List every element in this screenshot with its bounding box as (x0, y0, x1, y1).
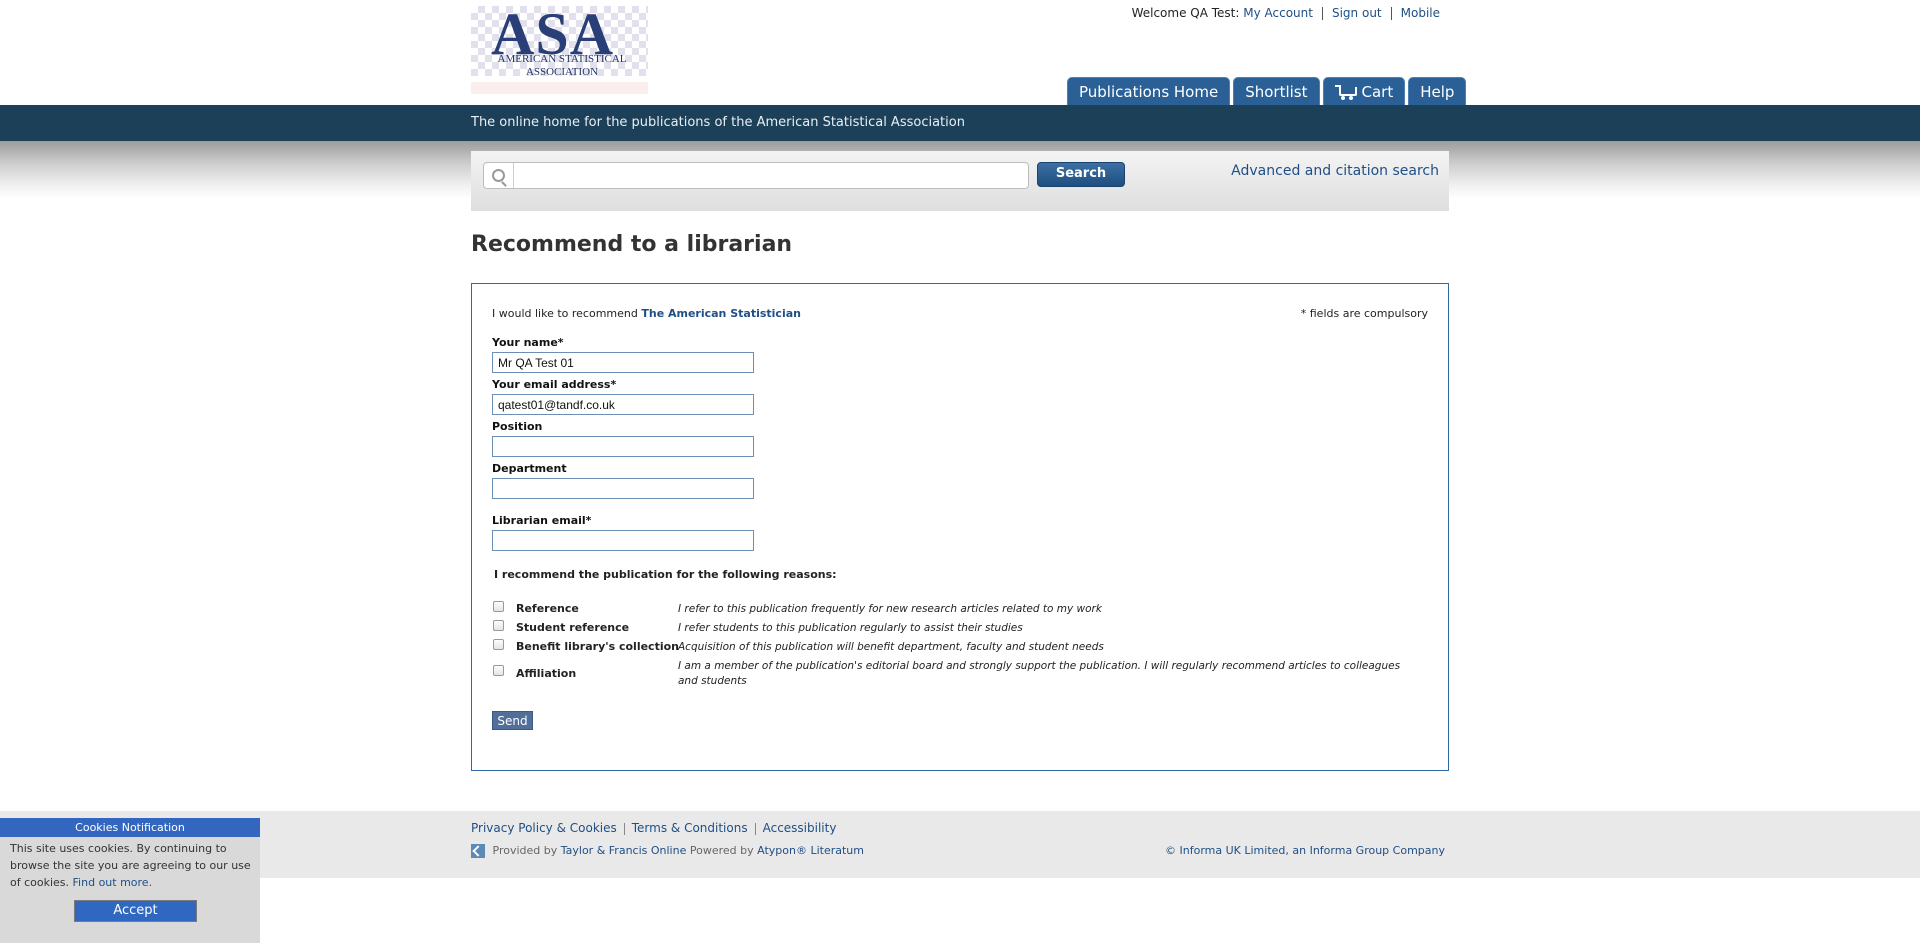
main-nav: Publications Home Shortlist Cart Help (1067, 77, 1467, 106)
email-label: Your email address* (492, 378, 617, 391)
accessibility-link[interactable]: Accessibility (763, 821, 837, 835)
tab-label: Publications Home (1079, 82, 1219, 101)
advanced-search-link[interactable]: Advanced and citation search (1231, 163, 1439, 179)
name-field[interactable] (492, 352, 754, 373)
cookie-title: Cookies Notification (0, 818, 260, 837)
tab-label: Cart (1361, 82, 1394, 101)
logo-band (471, 82, 648, 94)
terms-link[interactable]: Terms & Conditions (632, 821, 748, 835)
reason-label: Benefit library's collection (516, 640, 679, 653)
divider (754, 822, 756, 835)
librarian-email-field[interactable] (492, 530, 754, 551)
provided-by: Provided by Taylor & Francis Online Powe… (471, 844, 864, 858)
accept-cookies-button[interactable]: Accept (74, 900, 197, 922)
reason-description: I refer to this publication frequently f… (678, 603, 1102, 615)
position-label: Position (492, 420, 543, 433)
divider (1390, 7, 1392, 20)
name-label: Your name* (492, 336, 564, 349)
reason-checkbox-benefit-library[interactable] (493, 639, 504, 650)
search-field (483, 162, 1029, 190)
sign-out-link[interactable]: Sign out (1332, 6, 1382, 20)
reason-description: Acquisition of this publication will ben… (678, 641, 1104, 653)
reason-description: I am a member of the publication's edito… (678, 660, 1401, 687)
literatum-link[interactable]: Atypon® Literatum (757, 844, 864, 857)
librarian-email-label: Librarian email* (492, 514, 592, 527)
cookie-text: This site uses cookies. By continuing to… (10, 840, 255, 891)
privacy-link[interactable]: Privacy Policy & Cookies (471, 821, 617, 835)
email-field[interactable] (492, 394, 754, 415)
search-input[interactable] (514, 163, 1028, 190)
publication-link[interactable]: The American Statistician (641, 307, 801, 320)
welcome-text: Welcome QA Test: (1131, 6, 1240, 20)
divider (1321, 7, 1323, 20)
reason-description: I refer students to this publication reg… (678, 622, 1023, 634)
my-account-link[interactable]: My Account (1243, 6, 1313, 20)
site-header: ASA AMERICAN STATISTICAL ASSOCIATION Wel… (0, 0, 1920, 106)
reason-label: Reference (516, 602, 579, 615)
intro-text: I would like to recommend The American S… (492, 307, 801, 320)
reason-checkbox-student-reference[interactable] (493, 620, 504, 631)
search-icon-area (484, 163, 514, 188)
page-title: Recommend to a librarian (471, 232, 793, 257)
powered-by-label: Powered by (689, 844, 754, 857)
divider (623, 822, 625, 835)
find-out-more-link[interactable]: Find out more. (73, 876, 153, 889)
magnifier-icon (492, 169, 505, 182)
tab-label: Help (1420, 82, 1455, 101)
tab-label: Shortlist (1245, 82, 1308, 101)
copyright-link[interactable]: © Informa UK Limited, an Informa Group C… (1165, 844, 1445, 857)
mobile-link[interactable]: Mobile (1401, 6, 1440, 20)
tf-logo-icon (471, 844, 485, 858)
send-button[interactable]: Send (492, 711, 533, 730)
department-field[interactable] (492, 478, 754, 499)
reason-checkbox-affiliation[interactable] (493, 665, 504, 676)
recommend-form: I would like to recommend The American S… (471, 283, 1449, 771)
reason-label: Affiliation (516, 667, 577, 680)
position-field[interactable] (492, 436, 754, 457)
provided-by-label: Provided by (492, 844, 558, 857)
intro-label: I would like to recommend (492, 307, 638, 320)
reason-checkbox-reference[interactable] (493, 601, 504, 612)
tab-publications-home[interactable]: Publications Home (1067, 77, 1231, 106)
cookie-notification: Cookies Notification This site uses cook… (0, 818, 260, 943)
search-button[interactable]: Search (1037, 162, 1125, 187)
tab-shortlist[interactable]: Shortlist (1233, 77, 1320, 106)
tab-cart[interactable]: Cart (1322, 77, 1406, 106)
tf-online-link[interactable]: Taylor & Francis Online (561, 844, 687, 857)
logo-line-1: AMERICAN STATISTICAL (497, 53, 627, 65)
tab-help[interactable]: Help (1408, 77, 1467, 106)
reasons-title: I recommend the publication for the foll… (494, 568, 837, 581)
asa-logo[interactable]: ASA AMERICAN STATISTICAL ASSOCIATION (471, 2, 648, 94)
tagline: The online home for the publications of … (471, 115, 965, 130)
cart-icon (1334, 85, 1357, 100)
logo-line-2: ASSOCIATION (525, 66, 599, 78)
reason-label: Student reference (516, 621, 630, 634)
account-links: Welcome QA Test: My Account Sign out Mobil… (1120, 6, 1440, 20)
department-label: Department (492, 462, 567, 475)
search-bar: Search Advanced and citation search (471, 151, 1449, 211)
compulsory-note: * fields are compulsory (1300, 307, 1428, 320)
site-footer: Privacy Policy & Cookies Terms & Conditio… (0, 811, 1920, 878)
footer-links: Privacy Policy & Cookies Terms & Conditio… (471, 821, 836, 835)
tagline-banner: The online home for the publications of … (0, 105, 1920, 141)
